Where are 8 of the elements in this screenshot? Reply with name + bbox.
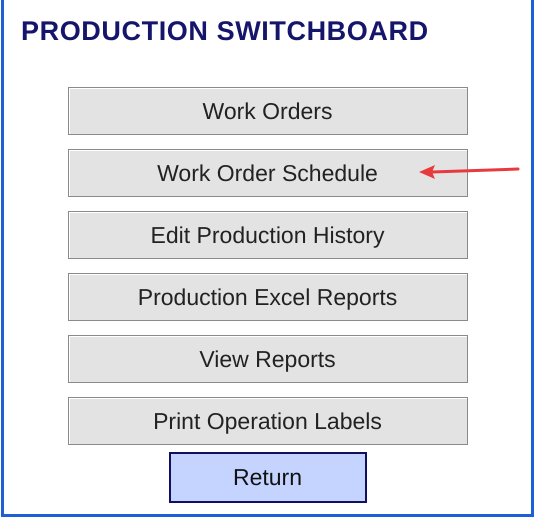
menu-button[interactable]: Print Operation Labels xyxy=(68,397,468,445)
menu-button[interactable]: View Reports xyxy=(68,335,468,383)
return-button[interactable]: Return xyxy=(168,452,366,503)
menu-button[interactable]: Edit Production History xyxy=(68,211,468,259)
menu-button[interactable]: Production Excel Reports xyxy=(68,273,468,321)
menu-button[interactable]: Work Orders xyxy=(68,87,468,135)
switchboard-title: PRODUCTION SWITCHBOARD xyxy=(21,16,429,47)
menu-button[interactable]: Work Order Schedule xyxy=(68,149,468,197)
